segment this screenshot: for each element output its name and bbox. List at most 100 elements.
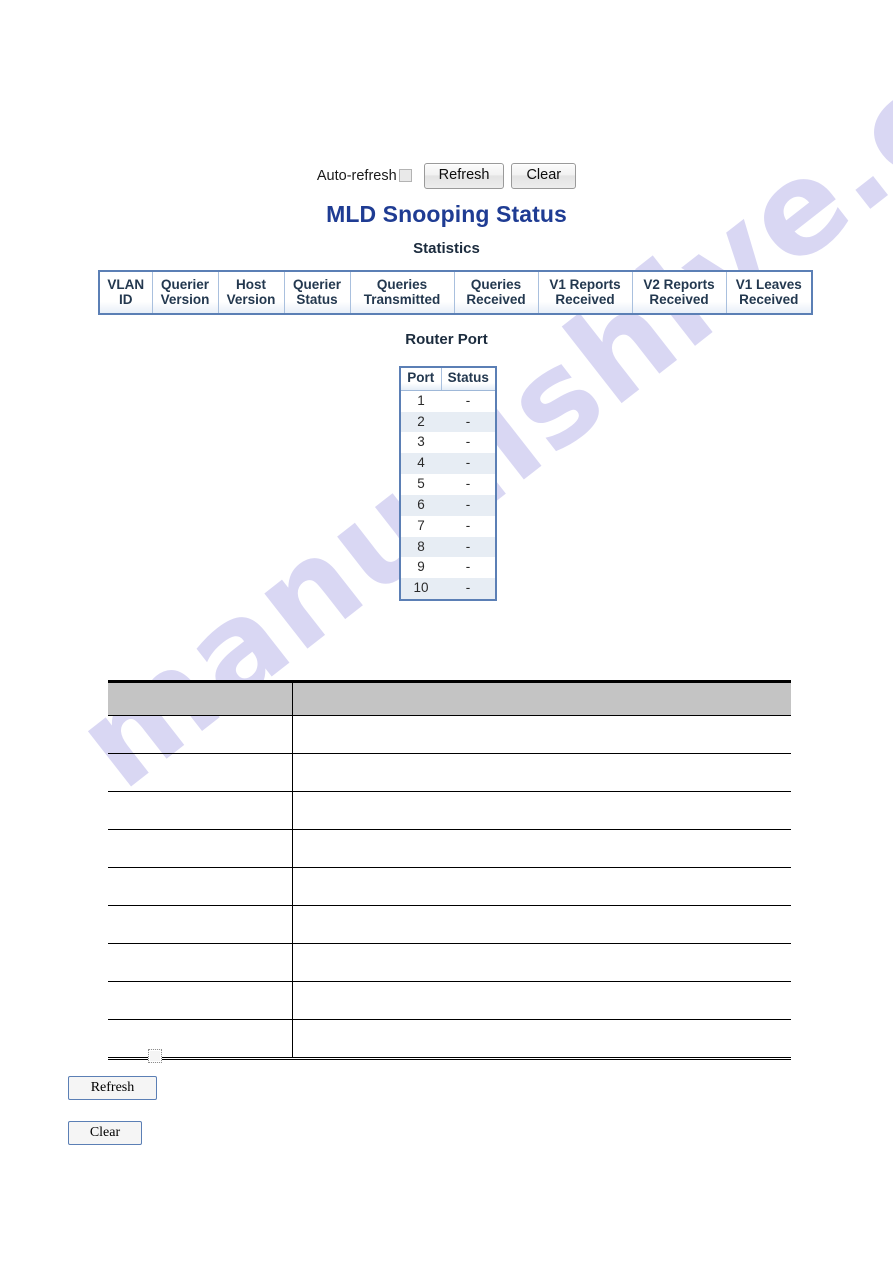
cell-port: 7 bbox=[417, 517, 425, 533]
col-v1-leaves-received-line1: V1 Leaves bbox=[735, 277, 802, 292]
cell-port: 2 bbox=[417, 413, 425, 429]
cell-port: 4 bbox=[417, 455, 425, 471]
statistics-header-row: VLAN ID Querier Version Host Version Querie… bbox=[99, 271, 812, 315]
col-queries-received: Queries Received bbox=[453, 271, 539, 315]
cell-status: - bbox=[465, 392, 471, 408]
table-row: 7- bbox=[400, 515, 496, 537]
cell-port: 3 bbox=[417, 434, 425, 450]
cell-desc bbox=[292, 829, 791, 868]
cell-desc bbox=[292, 867, 791, 906]
table-row: 1- bbox=[400, 390, 496, 412]
cell-term bbox=[108, 753, 293, 792]
table-row bbox=[108, 715, 791, 754]
cell-status: - bbox=[465, 476, 471, 492]
auto-refresh-label: Auto-refresh bbox=[316, 167, 397, 184]
col-status: Status bbox=[441, 367, 496, 391]
col-port: Port bbox=[400, 367, 442, 391]
cell-term bbox=[108, 715, 293, 754]
doc-clear-button[interactable]: Clear bbox=[68, 1121, 142, 1146]
cell-port: 1 bbox=[417, 392, 425, 408]
cell-term bbox=[108, 791, 293, 830]
cell-desc bbox=[292, 943, 791, 982]
cell-status: - bbox=[465, 538, 471, 554]
table-row bbox=[108, 981, 791, 1020]
router-port-header-row: Port Status bbox=[400, 367, 496, 391]
cell-desc bbox=[292, 1020, 791, 1059]
cell-desc bbox=[292, 791, 791, 830]
cell-status: - bbox=[465, 517, 471, 533]
router-port-table: Port Status 1- 2- 3- 4- 5- 6- 7- 8- 9- 1… bbox=[399, 366, 497, 601]
cell-port: 9 bbox=[417, 559, 425, 575]
top-toolbar: Auto-refresh Refresh Clear bbox=[0, 163, 893, 189]
col-querier-status: Querier Status bbox=[283, 271, 351, 315]
page-title: MLD Snooping Status bbox=[326, 201, 567, 227]
table-row bbox=[108, 753, 791, 792]
description-header-row bbox=[108, 681, 791, 716]
col-queries-transmitted-line2: Transmitted bbox=[363, 292, 441, 308]
cell-desc bbox=[292, 905, 791, 944]
table-row bbox=[108, 791, 791, 830]
col-v2-reports-received-line1: V2 Reports bbox=[643, 277, 715, 292]
col-v2-reports-received: V2 Reports Received bbox=[631, 271, 727, 315]
cell-status: - bbox=[465, 580, 471, 596]
doc-refresh-button[interactable]: Refresh bbox=[68, 1076, 157, 1101]
col-queries-received-line1: Queries bbox=[470, 277, 522, 292]
cell-desc bbox=[292, 753, 791, 792]
table-row bbox=[108, 943, 791, 982]
cell-port: 5 bbox=[417, 476, 425, 492]
table-row bbox=[108, 1019, 791, 1059]
table-row: 8- bbox=[400, 536, 496, 558]
clear-button[interactable]: Clear bbox=[511, 163, 577, 189]
description-table bbox=[108, 680, 791, 1060]
col-v1-reports-received-line1: V1 Reports bbox=[549, 277, 621, 292]
cell-status: - bbox=[465, 434, 471, 450]
col-host-version: Host Version bbox=[217, 271, 285, 315]
col-v2-reports-received-line2: Received bbox=[649, 292, 709, 308]
table-row: 4- bbox=[400, 453, 496, 475]
router-port-heading: Router Port bbox=[405, 331, 488, 348]
cell-status: - bbox=[465, 455, 471, 471]
cell-status: - bbox=[465, 413, 471, 429]
auto-refresh-checkbox[interactable] bbox=[398, 169, 412, 183]
col-vlan-id-line1: VLAN bbox=[107, 277, 145, 292]
cell-desc bbox=[292, 981, 791, 1020]
table-row bbox=[108, 905, 791, 944]
description-col-description bbox=[292, 681, 791, 716]
refresh-button[interactable]: Refresh bbox=[423, 163, 505, 189]
col-queries-transmitted: Queries Transmitted bbox=[349, 271, 455, 315]
table-row bbox=[108, 867, 791, 906]
col-queries-received-line2: Received bbox=[466, 292, 526, 308]
auto-refresh-control[interactable]: Auto-refresh bbox=[317, 168, 417, 184]
statistics-heading: Statistics bbox=[413, 240, 480, 257]
cell-status: - bbox=[465, 496, 471, 512]
col-host-version-line2: Version bbox=[226, 292, 276, 308]
table-row: 5- bbox=[400, 474, 496, 495]
table-row: 6- bbox=[400, 494, 496, 516]
table-row: 10 - bbox=[400, 578, 496, 600]
col-querier-version-line2: Version bbox=[160, 292, 210, 308]
cell-term bbox=[108, 1019, 293, 1059]
statistics-table: VLAN ID Querier Version Host Version Querie… bbox=[98, 270, 813, 316]
table-row: 3- bbox=[400, 432, 496, 454]
cell-term bbox=[108, 867, 293, 906]
col-querier-status-line1: Querier bbox=[292, 277, 342, 292]
table-row: 2- bbox=[400, 411, 496, 433]
col-v1-leaves-received: V1 Leaves Received bbox=[725, 271, 812, 315]
table-row: 9- bbox=[400, 557, 496, 579]
col-querier-version-line1: Querier bbox=[160, 277, 210, 292]
col-v1-reports-received-line2: Received bbox=[555, 292, 615, 308]
cell-port: 8 bbox=[417, 538, 425, 554]
cell-term bbox=[108, 943, 293, 982]
col-v1-reports-received: V1 Reports Received bbox=[537, 271, 633, 315]
doc-auto-refresh-checkbox[interactable] bbox=[148, 1049, 162, 1063]
col-querier-version: Querier Version bbox=[151, 271, 219, 315]
cell-port: 10 bbox=[413, 580, 429, 596]
cell-port: 6 bbox=[417, 496, 425, 512]
description-col-object bbox=[108, 681, 293, 716]
col-v1-leaves-received-line2: Received bbox=[739, 292, 799, 308]
col-vlan-id-line2: ID bbox=[119, 292, 133, 308]
cell-desc bbox=[292, 715, 791, 754]
table-row bbox=[108, 829, 791, 868]
col-queries-transmitted-line1: Queries bbox=[376, 277, 428, 292]
cell-term bbox=[108, 905, 293, 944]
